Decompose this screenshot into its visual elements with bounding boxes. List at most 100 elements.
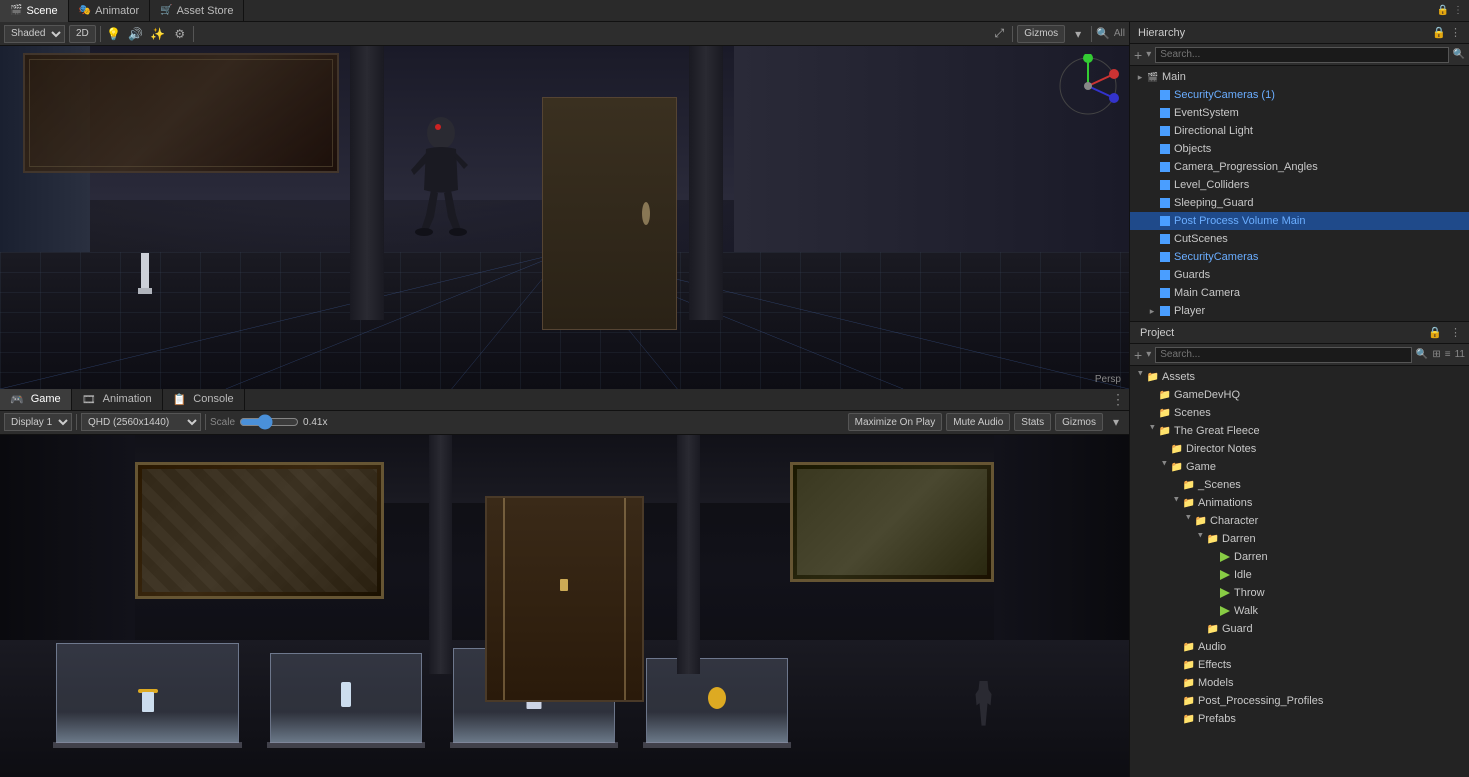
stats-button[interactable]: Stats	[1014, 413, 1051, 431]
hierarchy-search-input[interactable]	[1155, 47, 1448, 63]
assetstore-tab-icon: 🛒	[160, 5, 172, 16]
project-item-character[interactable]: ▸ 📁 Character	[1130, 512, 1469, 530]
proj-tree-arrow-game[interactable]: ▸	[1158, 461, 1170, 473]
top-dots-menu[interactable]: ⋮	[1453, 5, 1463, 16]
project-item-scenes2[interactable]: 📁 _Scenes	[1130, 476, 1469, 494]
project-item-guard[interactable]: 📁 Guard	[1130, 620, 1469, 638]
tab-animation[interactable]: 🎞 Animation	[72, 388, 163, 410]
tab-game[interactable]: 🎮 Game	[0, 388, 72, 410]
proj-tree-arrow-assets[interactable]: ▸	[1134, 371, 1146, 383]
project-search-input[interactable]	[1155, 347, 1412, 363]
tab-asset-store[interactable]: 🛒 Asset Store	[150, 0, 244, 22]
maximize-on-play-button[interactable]: Maximize On Play	[848, 413, 943, 431]
gizmos-dropdown-icon[interactable]: ▾	[1069, 25, 1087, 43]
project-item-game[interactable]: ▸ 📁 Game	[1130, 458, 1469, 476]
project-item-models[interactable]: 📁 Models	[1130, 674, 1469, 692]
hierarchy-item-directionallight[interactable]: Directional Light	[1130, 122, 1469, 140]
game-door-handle	[560, 579, 568, 591]
hierarchy-item-securitycameras1[interactable]: SecurityCameras (1)	[1130, 86, 1469, 104]
proj-label-throw: Throw	[1234, 587, 1265, 599]
project-lock-icon[interactable]: 🔒	[1428, 326, 1450, 339]
shading-dropdown[interactable]: Shaded	[4, 25, 65, 43]
effects-toggle-icon[interactable]: ✨	[149, 25, 167, 43]
hierarchy-header: Hierarchy 🔒 ⋮	[1130, 22, 1469, 44]
tab-scene[interactable]: 🎬 Scene	[0, 0, 69, 22]
tab-console[interactable]: 📋 Console	[163, 388, 245, 410]
project-item-walk[interactable]: Walk	[1130, 602, 1469, 620]
project-item-gamedevhq[interactable]: 📁 GameDevHQ	[1130, 386, 1469, 404]
tab-animator[interactable]: 🎭 Animator	[69, 0, 150, 22]
hierarchy-item-player[interactable]: ▸ Player	[1130, 302, 1469, 320]
tree-arrow-spacer-sleeping_guard	[1146, 197, 1158, 209]
project-dots-menu[interactable]: ⋮	[1450, 326, 1469, 339]
folder-icon-character: 📁	[1194, 514, 1208, 528]
jewelry-ring	[708, 687, 726, 709]
bottom-tabs-dots-menu[interactable]: ⋮	[1107, 391, 1129, 408]
scale-slider[interactable]	[239, 414, 299, 430]
hierarchy-item-camera_progression[interactable]: Camera_Progression_Angles	[1130, 158, 1469, 176]
audio-toggle-icon[interactable]: 🔊	[127, 25, 145, 43]
project-tab-label[interactable]: Project	[1130, 327, 1184, 339]
tree-arrow-player[interactable]: ▸	[1146, 305, 1158, 317]
hierarchy-item-darren3d[interactable]: Darren_3D	[1130, 320, 1469, 321]
project-item-scenes[interactable]: 📁 Scenes	[1130, 404, 1469, 422]
project-view-icon-2[interactable]: ≡	[1445, 349, 1451, 360]
bottom-tabs-bar: 🎮 Game 🎞 Animation 📋 Console ⋮	[0, 389, 1129, 411]
project-item-darren[interactable]: ▸ 📁 Darren	[1130, 530, 1469, 548]
tree-arrow-main[interactable]: ▸	[1134, 71, 1146, 83]
project-item-audio[interactable]: 📁 Audio	[1130, 638, 1469, 656]
project-item-effects[interactable]: 📁 Effects	[1130, 656, 1469, 674]
project-item-postprocessprofiles[interactable]: 📁 Post_Processing_Profiles	[1130, 692, 1469, 710]
folder-icon-prefabs: 📁	[1182, 712, 1196, 726]
project-item-throw[interactable]: Throw	[1130, 584, 1469, 602]
hierarchy-dropdown-icon[interactable]: ▾	[1146, 49, 1151, 60]
game-gizmos-dropdown-icon[interactable]: ▾	[1107, 413, 1125, 431]
proj-arrow-spacer-idle	[1206, 569, 1218, 581]
folder-icon-scenes2: 📁	[1182, 478, 1196, 492]
hierarchy-item-eventsystem[interactable]: EventSystem	[1130, 104, 1469, 122]
project-view-icon-1[interactable]: ⊞	[1432, 349, 1440, 360]
game-tab-label: Game	[31, 393, 61, 405]
project-item-assets[interactable]: ▸ 📁 Assets	[1130, 368, 1469, 386]
project-item-greatfleece[interactable]: ▸ 📁 The Great Fleece	[1130, 422, 1469, 440]
hierarchy-add-icon[interactable]: +	[1134, 47, 1142, 63]
project-item-darren_anim[interactable]: Darren	[1130, 548, 1469, 566]
game-viewport[interactable]	[0, 435, 1129, 777]
hierarchy-item-level_colliders[interactable]: Level_Colliders	[1130, 176, 1469, 194]
gizmos-button[interactable]: Gizmos	[1017, 25, 1065, 43]
project-add-icon[interactable]: +	[1134, 347, 1142, 363]
top-lock-icon[interactable]: 🔒	[1437, 5, 1449, 16]
project-item-animations[interactable]: ▸ 📁 Animations	[1130, 494, 1469, 512]
proj-arrow-spacer-scenes2	[1170, 479, 1182, 491]
light-toggle-icon[interactable]: 💡	[105, 25, 123, 43]
hierarchy-tree: ▸ 🎬 Main SecurityCameras (1) EventSystem…	[1130, 66, 1469, 321]
display-dropdown[interactable]: Display 1	[4, 413, 72, 431]
scene-viewport[interactable]: Persp	[0, 46, 1129, 389]
hierarchy-item-maincamera[interactable]: Main Camera	[1130, 284, 1469, 302]
proj-tree-arrow-greatfleece[interactable]: ▸	[1146, 425, 1158, 437]
resolution-dropdown[interactable]: QHD (2560x1440)	[81, 413, 201, 431]
hierarchy-item-cutscenes[interactable]: CutScenes	[1130, 230, 1469, 248]
hierarchy-dots-menu[interactable]: ⋮	[1450, 26, 1461, 39]
project-dropdown-icon[interactable]: ▾	[1146, 349, 1151, 360]
hierarchy-item-objects[interactable]: Objects	[1130, 140, 1469, 158]
mute-audio-button[interactable]: Mute Audio	[946, 413, 1010, 431]
hierarchy-lock-icon[interactable]: 🔒	[1432, 26, 1446, 39]
game-gizmos-button[interactable]: Gizmos	[1055, 413, 1103, 431]
hierarchy-item-sleeping_guard[interactable]: Sleeping_Guard	[1130, 194, 1469, 212]
tree-label-directionallight: Directional Light	[1174, 125, 1253, 137]
maximize-scene-icon[interactable]: ⤢	[990, 25, 1008, 43]
proj-tree-arrow-darren[interactable]: ▸	[1194, 533, 1206, 545]
proj-tree-arrow-animations[interactable]: ▸	[1170, 497, 1182, 509]
project-item-idle[interactable]: Idle	[1130, 566, 1469, 584]
proj-tree-arrow-character[interactable]: ▸	[1182, 515, 1194, 527]
project-item-directornotes[interactable]: 📁 Director Notes	[1130, 440, 1469, 458]
project-item-prefabs[interactable]: 📁 Prefabs	[1130, 710, 1469, 728]
hierarchy-item-securitycameras2[interactable]: SecurityCameras	[1130, 248, 1469, 266]
animation-tab-label: Animation	[103, 393, 152, 405]
scene-settings-icon[interactable]: ⚙	[171, 25, 189, 43]
hierarchy-item-guards[interactable]: Guards	[1130, 266, 1469, 284]
hierarchy-item-main[interactable]: ▸ 🎬 Main	[1130, 68, 1469, 86]
hierarchy-item-postprocess[interactable]: Post Process Volume Main	[1130, 212, 1469, 230]
mode-2d-button[interactable]: 2D	[69, 25, 96, 43]
